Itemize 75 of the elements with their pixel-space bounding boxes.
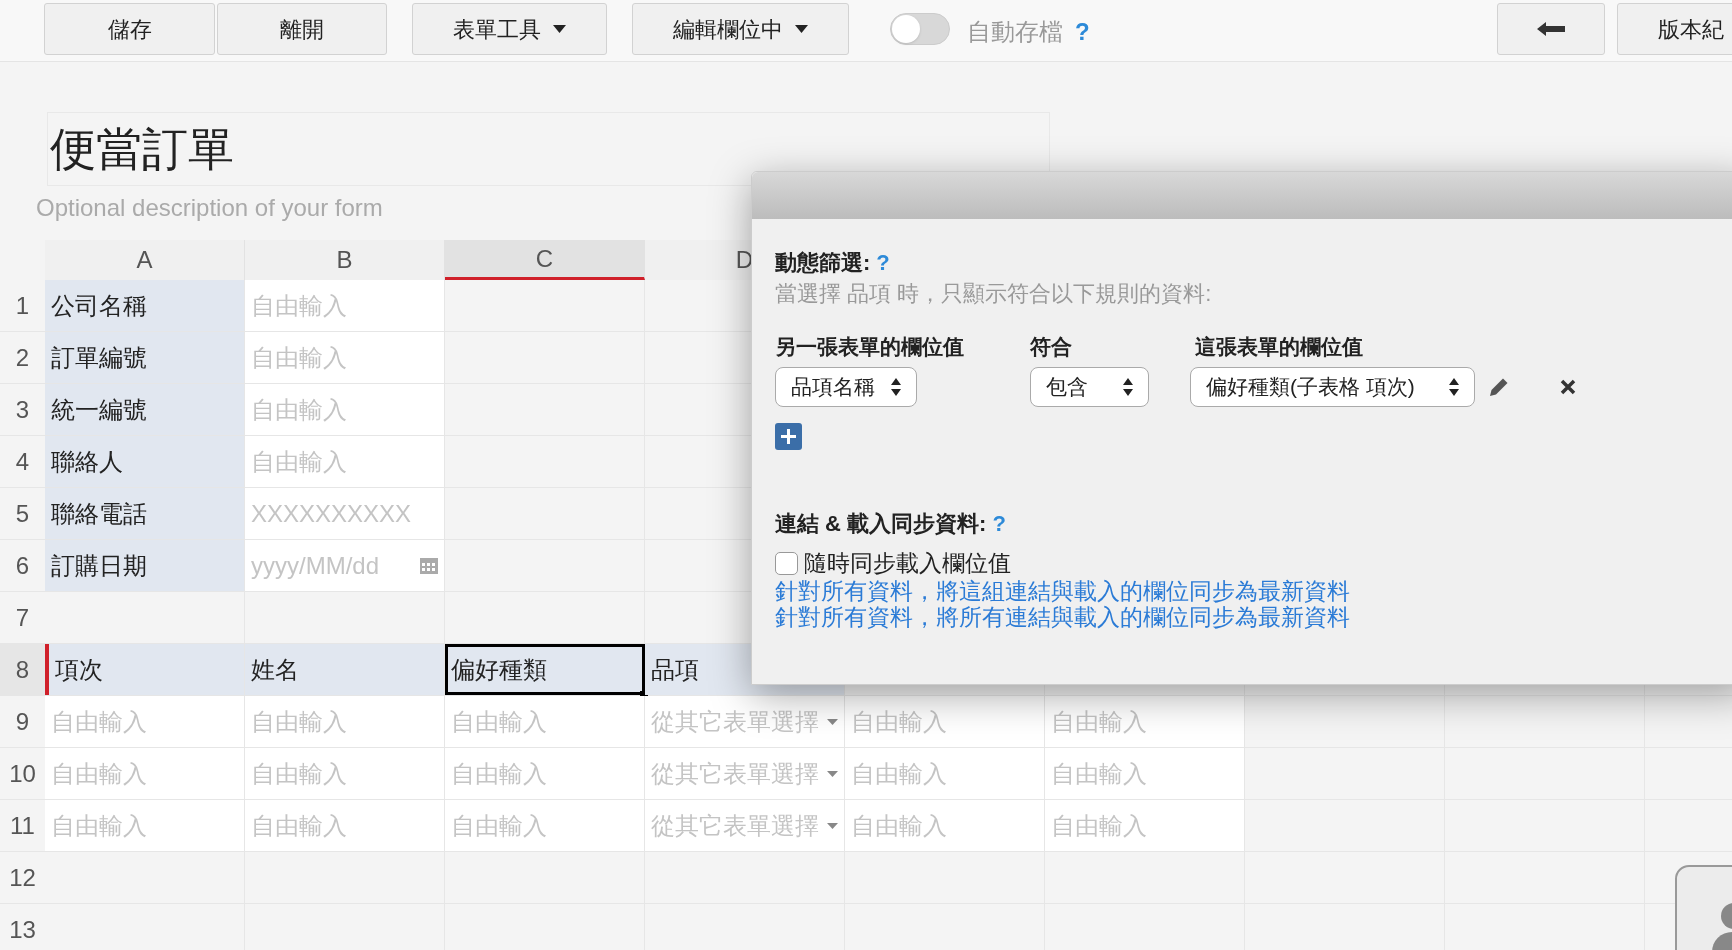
checkbox-label: 隨時同步載入欄位值 — [804, 548, 1011, 578]
column-header[interactable]: C — [445, 240, 645, 280]
back-button[interactable] — [1497, 3, 1605, 55]
input-cell[interactable]: 自由輸入 — [245, 280, 445, 331]
input-cell[interactable]: 自由輸入 — [245, 800, 445, 851]
input-cell[interactable]: 自由輸入 — [845, 696, 1045, 747]
person-icon — [1712, 902, 1732, 950]
column-label: 符合 — [1030, 334, 1072, 360]
column-header[interactable]: A — [45, 240, 245, 280]
label-cell[interactable]: 聯絡人 — [45, 436, 245, 487]
input-cell[interactable]: 自由輸入 — [1045, 800, 1245, 851]
select-field[interactable]: 偏好種類(子表格 項次) — [1190, 367, 1475, 407]
autosave-label: 自動存檔 — [967, 17, 1063, 47]
help-link[interactable]: ? — [876, 245, 890, 279]
input-cell[interactable]: 自由輸入 — [445, 800, 645, 851]
input-cell[interactable]: 自由輸入 — [445, 696, 645, 747]
input-cell[interactable]: 自由輸入 — [245, 748, 445, 799]
caret-icon — [553, 25, 566, 33]
plus-icon — [781, 429, 796, 444]
sort-arrows-icon — [1449, 378, 1459, 396]
version-button[interactable]: 版本紀 — [1617, 3, 1732, 55]
caret-icon — [827, 718, 838, 725]
label-cell[interactable]: 訂購日期 — [45, 540, 245, 591]
input-cell[interactable]: 自由輸入 — [245, 436, 445, 487]
label-cell[interactable]: 統一編號 — [45, 384, 245, 435]
input-cell[interactable]: 自由輸入 — [445, 748, 645, 799]
input-cell[interactable]: 自由輸入 — [245, 332, 445, 383]
picker-cell[interactable]: 從其它表單選擇 — [645, 800, 845, 851]
section-title: 連結 & 載入同步資料: — [775, 509, 987, 538]
left-arrow-icon — [1537, 22, 1565, 36]
toolbar-button[interactable]: 儲存 — [44, 3, 215, 55]
input-cell[interactable]: 自由輸入 — [1045, 696, 1245, 747]
header-cell[interactable]: 項次 — [45, 644, 245, 695]
filter-description: 當選擇 品項 時，只顯示符合以下規則的資料: — [775, 280, 1213, 307]
input-cell[interactable]: 自由輸入 — [45, 696, 245, 747]
picker-cell[interactable]: 從其它表單選擇 — [645, 696, 845, 747]
help-link[interactable]: ? — [992, 506, 1006, 540]
sync-link[interactable]: 針對所有資料，將所有連結與載入的欄位同步為最新資料 — [775, 604, 1727, 630]
autosave-toggle[interactable] — [890, 13, 950, 45]
column-header[interactable]: B — [245, 240, 445, 280]
column-label: 這張表單的欄位值 — [1195, 334, 1363, 360]
caret-icon — [827, 822, 838, 829]
sort-arrows-icon — [1123, 378, 1133, 396]
column-label: 另一張表單的欄位值 — [775, 334, 964, 360]
input-cell[interactable]: 自由輸入 — [1045, 748, 1245, 799]
toolbar-button[interactable]: 表單工具 — [412, 3, 607, 55]
input-cell[interactable]: 自由輸入 — [245, 384, 445, 435]
toolbar-button[interactable]: 編輯欄位中 — [632, 3, 849, 55]
label-cell[interactable]: 公司名稱 — [45, 280, 245, 331]
input-cell[interactable]: 自由輸入 — [45, 748, 245, 799]
label-cell[interactable]: 聯絡電話 — [45, 488, 245, 539]
select-field[interactable]: 包含 — [1030, 367, 1149, 407]
checkbox[interactable] — [775, 551, 798, 575]
header-cell[interactable]: 偏好種類 — [445, 644, 645, 695]
row-number: 8 — [0, 644, 45, 695]
input-cell[interactable]: XXXXXXXXXX — [245, 488, 445, 539]
calendar-icon — [420, 557, 438, 574]
form-description-field[interactable]: Optional description of your form — [36, 190, 383, 226]
close-icon[interactable] — [1560, 379, 1576, 395]
label-cell[interactable]: 訂單編號 — [45, 332, 245, 383]
toolbar-button[interactable]: 離開 — [217, 3, 387, 55]
header-cell[interactable]: 姓名 — [245, 644, 445, 695]
picker-cell[interactable]: 從其它表單選擇 — [645, 748, 845, 799]
input-cell[interactable]: 自由輸入 — [245, 696, 445, 747]
input-cell[interactable]: 自由輸入 — [845, 748, 1045, 799]
sync-link[interactable]: 針對所有資料，將這組連結與載入的欄位同步為最新資料 — [775, 578, 1727, 604]
input-cell[interactable]: 自由輸入 — [845, 800, 1045, 851]
select-field[interactable]: 品項名稱 — [775, 367, 917, 407]
input-cell[interactable]: 自由輸入 — [45, 800, 245, 851]
help-link[interactable]: ? — [1075, 14, 1090, 50]
sort-arrows-icon — [891, 378, 901, 396]
caret-icon — [827, 770, 838, 777]
caret-icon — [795, 25, 808, 33]
date-input-cell[interactable]: yyyy/MM/dd — [245, 540, 445, 591]
add-button[interactable] — [775, 423, 802, 450]
